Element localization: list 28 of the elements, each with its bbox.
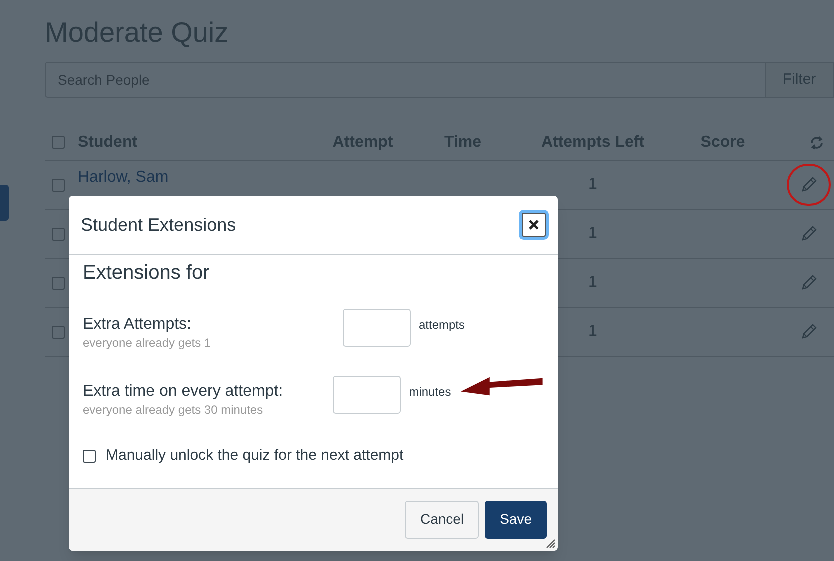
refresh-icon[interactable] bbox=[810, 136, 824, 150]
field-hint: everyone already gets 30 minutes bbox=[83, 402, 264, 418]
unit-label: minutes bbox=[409, 384, 452, 401]
save-button[interactable]: Save bbox=[485, 500, 547, 538]
checkbox[interactable] bbox=[52, 228, 65, 240]
close-button[interactable] bbox=[522, 213, 546, 237]
section-heading: Extensions for bbox=[83, 261, 211, 285]
field-hint: everyone already gets 1 bbox=[83, 335, 212, 351]
dialog-title: Student Extensions bbox=[81, 214, 236, 236]
number-field[interactable] bbox=[333, 376, 402, 414]
field-label: Extra Attempts: bbox=[83, 315, 192, 335]
pencil-icon[interactable] bbox=[800, 225, 818, 243]
unit-label: attempts bbox=[419, 317, 466, 334]
checkbox[interactable] bbox=[52, 136, 65, 149]
number-field[interactable] bbox=[343, 309, 411, 347]
pencil-icon[interactable] bbox=[800, 176, 818, 194]
cancel-button[interactable]: Cancel bbox=[405, 500, 480, 538]
pencil-icon[interactable] bbox=[800, 274, 818, 292]
close-icon bbox=[528, 219, 540, 231]
pencil-icon[interactable] bbox=[800, 323, 818, 341]
checkbox[interactable] bbox=[83, 450, 96, 463]
checkbox-label: Manually unlock the quiz for the next attempt bbox=[106, 446, 404, 466]
resize-handle-icon[interactable] bbox=[546, 538, 556, 548]
field-label: Extra time on every attempt: bbox=[83, 382, 284, 402]
checkbox[interactable] bbox=[52, 326, 65, 338]
checkbox[interactable] bbox=[52, 276, 65, 290]
checkbox[interactable] bbox=[52, 178, 65, 192]
student-name[interactable]: Harlow, Sam bbox=[78, 169, 169, 186]
